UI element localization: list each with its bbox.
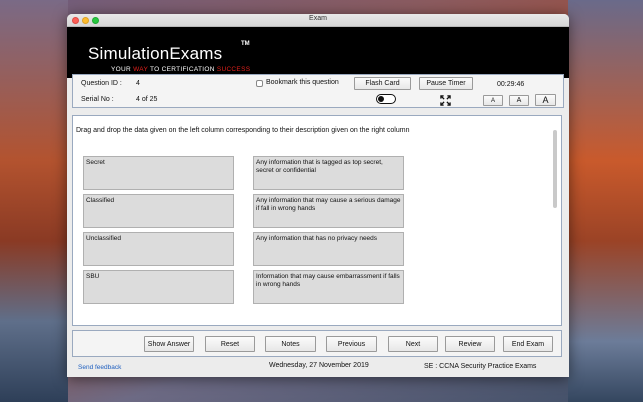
question-content-panel: Drag and drop the data given on the left… <box>72 115 562 326</box>
bookmark-label[interactable]: Bookmark this question <box>266 79 339 86</box>
drag-item-classified[interactable]: Classified <box>83 194 234 228</box>
end-exam-button[interactable]: End Exam <box>503 336 553 352</box>
drag-item-unclassified[interactable]: Unclassified <box>83 232 234 266</box>
pause-timer-button[interactable]: Pause Timer <box>419 77 473 90</box>
exam-name: SE : CCNA Security Practice Exams <box>424 363 537 370</box>
notes-button[interactable]: Notes <box>265 336 316 352</box>
drop-target-description-1[interactable]: Any information that is tagged as top se… <box>253 156 404 190</box>
font-size-small-button[interactable]: A <box>483 95 503 106</box>
show-answer-button[interactable]: Show Answer <box>144 336 194 352</box>
drop-target-description-4[interactable]: Information that may cause embarrassment… <box>253 270 404 304</box>
reset-button[interactable]: Reset <box>205 336 255 352</box>
drag-item-sbu[interactable]: SBU <box>83 270 234 304</box>
fullscreen-expand-icon[interactable] <box>440 95 451 106</box>
status-footer: Send feedback Wednesday, 27 November 201… <box>67 360 569 377</box>
current-date: Wednesday, 27 November 2019 <box>269 362 369 369</box>
exam-timer: 00:29:46 <box>497 81 525 88</box>
bookmark-checkbox[interactable] <box>256 80 263 87</box>
next-button[interactable]: Next <box>388 336 438 352</box>
drop-target-description-3[interactable]: Any information that has no privacy need… <box>253 232 404 266</box>
brand-tagline: YOUR WAY TO CERTIFICATION SUCCESS <box>111 66 251 73</box>
question-instruction: Drag and drop the data given on the left… <box>76 127 410 134</box>
brand-banner: SimulationExams TM YOUR WAY TO CERTIFICA… <box>67 27 569 78</box>
review-button[interactable]: Review <box>445 336 495 352</box>
brand-logo: SimulationExams <box>88 44 223 63</box>
exam-window: Exam SimulationExams TM YOUR WAY TO CERT… <box>67 14 569 377</box>
mode-toggle-switch[interactable] <box>376 94 396 104</box>
send-feedback-link[interactable]: Send feedback <box>78 364 121 371</box>
serial-no-label: Serial No : <box>81 96 114 103</box>
font-size-medium-button[interactable]: A <box>509 95 529 106</box>
question-info-panel: Question ID : 4 Serial No : 4 of 25 Book… <box>72 74 564 108</box>
drag-item-secret[interactable]: Secret <box>83 156 234 190</box>
navigation-panel: Show Answer Reset Notes Previous Next Re… <box>72 330 562 357</box>
previous-button[interactable]: Previous <box>326 336 377 352</box>
flash-card-button[interactable]: Flash Card <box>354 77 411 90</box>
title-bar: Exam <box>67 14 569 27</box>
desktop-wallpaper-right <box>568 0 643 402</box>
question-id-value: 4 <box>136 80 140 87</box>
serial-no-value: 4 of 25 <box>136 96 158 103</box>
trademark-mark: TM <box>241 41 250 47</box>
toggle-knob <box>378 95 384 102</box>
drop-target-description-2[interactable]: Any information that may cause a serious… <box>253 194 404 228</box>
font-size-large-button[interactable]: A <box>535 94 556 106</box>
content-scrollbar[interactable] <box>553 130 557 208</box>
question-id-label: Question ID : <box>81 80 122 87</box>
desktop-wallpaper-left <box>0 0 68 402</box>
window-title: Exam <box>309 15 327 22</box>
